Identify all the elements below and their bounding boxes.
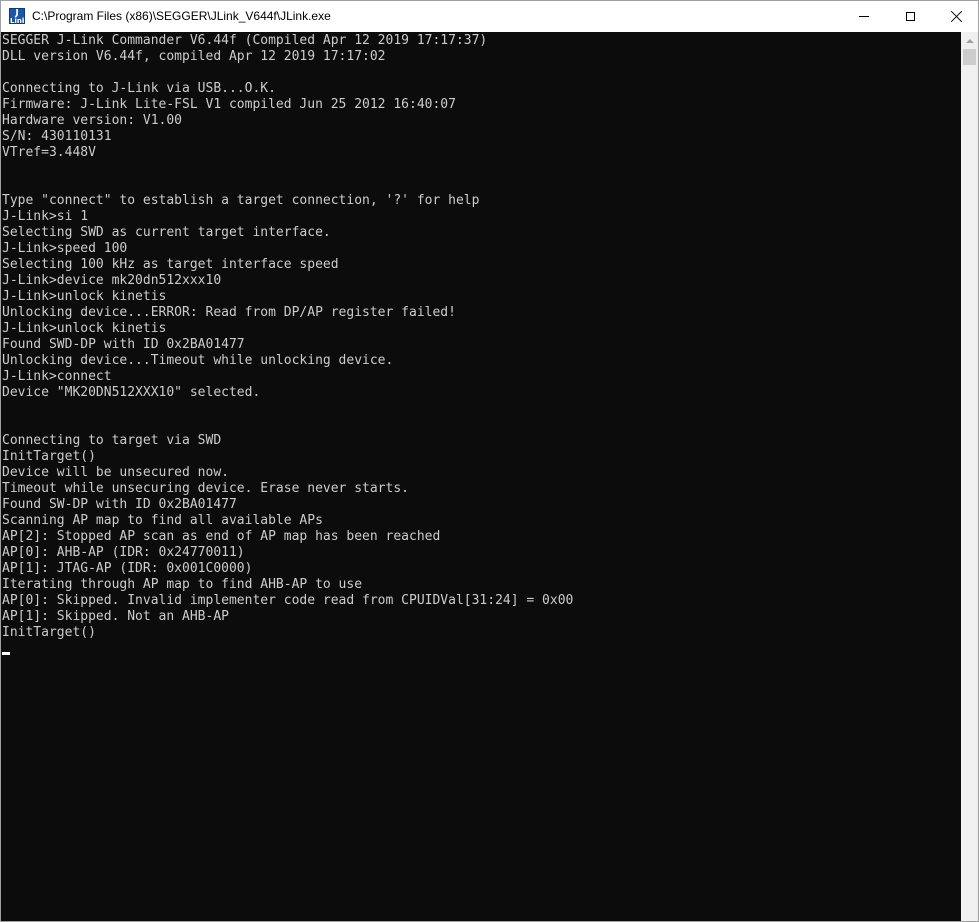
vertical-scrollbar[interactable] — [961, 32, 978, 921]
console-line: Selecting SWD as current target interfac… — [2, 225, 331, 240]
console-line: J-Link>device mk20dn512xxx10 — [2, 273, 222, 288]
console-line: Connecting to target via SWD — [2, 433, 222, 448]
title-bar[interactable]: J Link C:\Program Files (x86)\SEGGER\JLin… — [1, 1, 978, 32]
arrow-up-icon — [965, 38, 974, 43]
jlink-app-icon[interactable]: J Link — [9, 8, 25, 24]
console-lines: SEGGER J-Link Commander V6.44f (Compiled… — [2, 33, 573, 657]
console-output[interactable]: SEGGER J-Link Commander V6.44f (Compiled… — [1, 32, 961, 921]
window-title: C:\Program Files (x86)\SEGGER\JLink_V644… — [32, 9, 331, 23]
console-line: Type "connect" to establish a target con… — [2, 193, 480, 208]
maximize-button[interactable] — [887, 1, 933, 32]
console-window: J Link C:\Program Files (x86)\SEGGER\JLin… — [0, 0, 979, 922]
maximize-icon — [905, 12, 915, 21]
console-line: Scanning AP map to find all available AP… — [2, 513, 323, 528]
console-line: AP[1]: JTAG-AP (IDR: 0x001C0000) — [2, 561, 253, 576]
console-line — [2, 641, 573, 657]
console-line: Hardware version: V1.00 — [2, 113, 183, 128]
console-line: Device "MK20DN512XXX10" selected. — [2, 385, 261, 400]
close-button[interactable] — [933, 1, 979, 32]
console-line: Timeout while unsecuring device. Erase n… — [2, 481, 409, 496]
close-icon — [951, 11, 962, 22]
console-line: S/N: 430110131 — [2, 129, 112, 144]
console-line: Unlocking device...ERROR: Read from DP/A… — [2, 305, 456, 320]
console-line: Found SW-DP with ID 0x2BA01477 — [2, 497, 237, 512]
console-line: DLL version V6.44f, compiled Apr 12 2019… — [2, 49, 386, 64]
console-line: Selecting 100 kHz as target interface sp… — [2, 257, 339, 272]
console-line: InitTarget() — [2, 625, 96, 640]
console-line: AP[1]: Skipped. Not an AHB-AP — [2, 609, 229, 624]
console-line: AP[0]: AHB-AP (IDR: 0x24770011) — [2, 545, 245, 560]
console-line: J-Link>unlock kinetis — [2, 289, 167, 304]
console-line: Iterating through AP map to find AHB-AP … — [2, 577, 363, 592]
scroll-up-button[interactable] — [961, 32, 978, 49]
console-line: J-Link>unlock kinetis — [2, 321, 167, 336]
console-line: InitTarget() — [2, 449, 96, 464]
console-line: Device will be unsecured now. — [2, 465, 229, 480]
text-cursor — [2, 652, 10, 655]
minimize-icon — [859, 16, 869, 17]
console-line: Connecting to J-Link via USB...O.K. — [2, 81, 276, 96]
console-line: AP[2]: Stopped AP scan as end of AP map … — [2, 529, 441, 544]
console-line: VTref=3.448V — [2, 145, 96, 160]
console-line: SEGGER J-Link Commander V6.44f (Compiled… — [2, 33, 488, 48]
minimize-button[interactable] — [841, 1, 887, 32]
console-line: AP[0]: Skipped. Invalid implementer code… — [2, 593, 574, 608]
scrollbar-thumb[interactable] — [963, 49, 976, 65]
console-line: J-Link>speed 100 — [2, 241, 128, 256]
console-line: J-Link>connect — [2, 369, 112, 384]
console-line: Found SWD-DP with ID 0x2BA01477 — [2, 337, 245, 352]
console-line: Unlocking device...Timeout while unlocki… — [2, 353, 394, 368]
console-line: J-Link>si 1 — [2, 209, 89, 224]
console-line: Firmware: J-Link Lite-FSL V1 compiled Ju… — [2, 97, 456, 112]
